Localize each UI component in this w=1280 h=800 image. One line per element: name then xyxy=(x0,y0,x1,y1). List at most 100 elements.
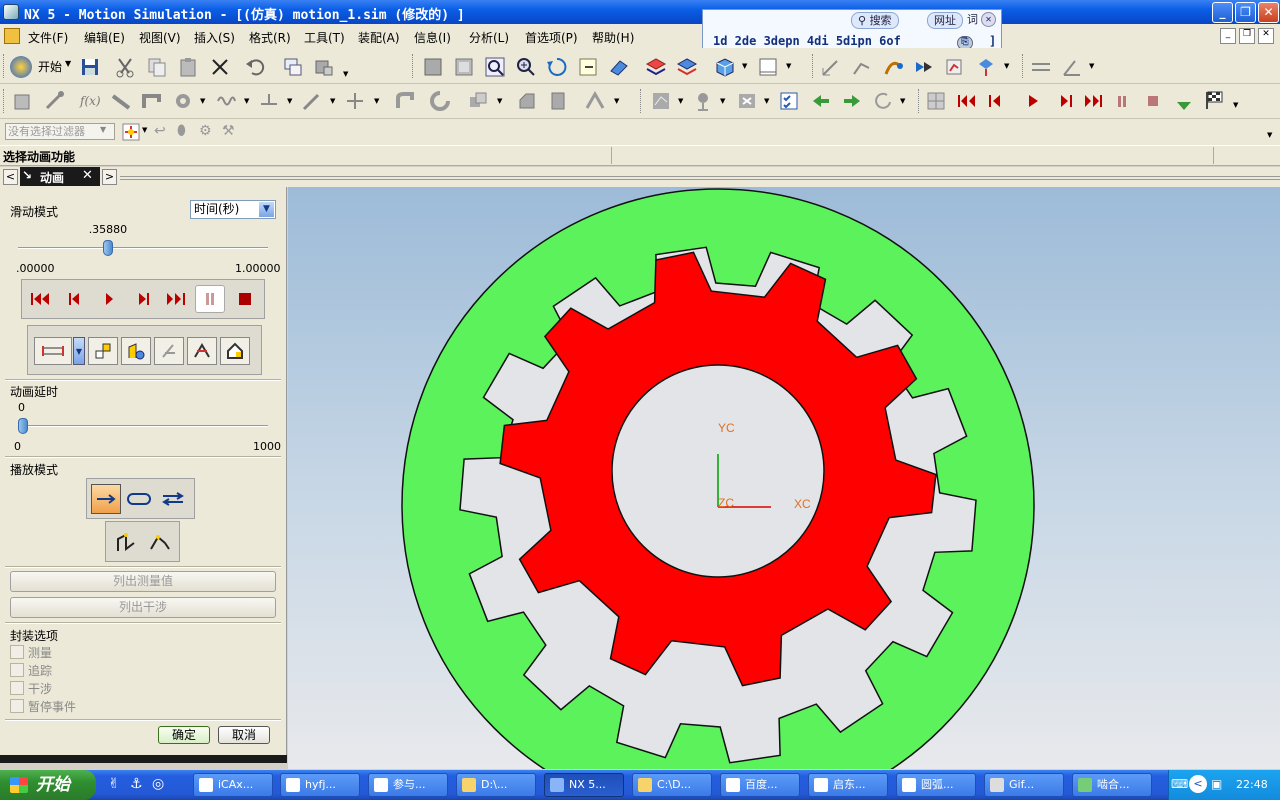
measure-button[interactable] xyxy=(34,337,72,365)
popup-close-icon[interactable]: ✕ xyxy=(981,12,996,27)
cable-icon[interactable] xyxy=(429,90,451,112)
quicklaunch-icon[interactable]: ◎ xyxy=(152,776,164,792)
menu-preferences[interactable]: 首选项(P) xyxy=(525,29,578,46)
layer-settings-icon[interactable] xyxy=(676,56,698,78)
task-button[interactable]: 百度... xyxy=(720,773,800,797)
tab-animation[interactable]: ↘ 动画 ✕ xyxy=(20,167,100,186)
step-back-icon[interactable] xyxy=(984,90,1006,112)
task-button[interactable]: hyfj... xyxy=(280,773,360,797)
task-button[interactable]: Gif... xyxy=(984,773,1064,797)
keyboard-icon[interactable]: ⌨ xyxy=(1171,777,1188,791)
graph-icon[interactable] xyxy=(650,90,672,112)
panel-icon[interactable] xyxy=(547,90,569,112)
menu-view[interactable]: 视图(V) xyxy=(139,29,181,46)
rewind-to-start-button[interactable] xyxy=(24,285,58,313)
list-interference-button[interactable]: 列出干涉 xyxy=(10,597,276,618)
marker-icon[interactable] xyxy=(301,90,323,112)
chevron-down-icon[interactable]: ▼ xyxy=(786,62,791,70)
select-body-icon[interactable]: ⬮ xyxy=(177,123,186,139)
work-layer-icon[interactable] xyxy=(757,56,779,78)
zoom-fit-icon[interactable] xyxy=(484,56,506,78)
fast-forward-icon[interactable] xyxy=(1082,90,1104,112)
export-icon[interactable] xyxy=(975,56,997,78)
popup-address-button[interactable]: 网址 xyxy=(927,12,963,29)
chevron-down-icon[interactable]: ▼ xyxy=(614,97,619,105)
joint-icon[interactable] xyxy=(141,90,163,112)
doc-restore-button[interactable]: ❐ xyxy=(1239,28,1255,44)
interference-checkbox[interactable] xyxy=(10,681,24,695)
menu-tools[interactable]: 工具(T) xyxy=(304,29,345,46)
cancel-button[interactable]: 取消 xyxy=(218,726,270,744)
menu-help[interactable]: 帮助(H) xyxy=(592,29,634,46)
quicklaunch-icon[interactable]: ⚓ xyxy=(130,776,143,792)
chevron-down-icon[interactable]: ▼ xyxy=(1233,101,1238,109)
loop-button[interactable] xyxy=(124,484,154,514)
graphics-viewport[interactable]: YC ZC XC xyxy=(288,187,1280,769)
environment-icon[interactable] xyxy=(43,90,65,112)
delete-icon[interactable] xyxy=(209,56,231,78)
trace-button[interactable] xyxy=(88,337,118,365)
sketch-icon[interactable] xyxy=(820,56,842,78)
task-button[interactable]: D:\... xyxy=(456,773,536,797)
gear-icon[interactable] xyxy=(172,90,194,112)
arrow-left-icon[interactable] xyxy=(810,90,832,112)
task-button[interactable]: 参与... xyxy=(368,773,448,797)
track-button[interactable] xyxy=(187,337,217,365)
undo-icon[interactable] xyxy=(244,56,266,78)
step-forward-icon[interactable] xyxy=(1055,90,1077,112)
step-back-button[interactable] xyxy=(58,285,92,313)
time-slider-track[interactable] xyxy=(18,247,268,249)
tab-close-icon[interactable]: ✕ xyxy=(82,168,93,183)
tab-prev-icon[interactable]: < xyxy=(3,169,18,185)
snap-point-icon[interactable] xyxy=(122,123,140,141)
chevron-down-icon[interactable]: ▼ xyxy=(1004,62,1009,70)
delay-slider-thumb[interactable] xyxy=(18,418,28,434)
chevron-down-icon[interactable]: ▼ xyxy=(343,70,348,78)
menu-analysis[interactable]: 分析(L) xyxy=(469,29,509,46)
paste-icon[interactable] xyxy=(177,56,199,78)
measure-distance-icon[interactable] xyxy=(1030,56,1052,78)
chevron-down-icon[interactable]: ▼ xyxy=(1089,62,1094,70)
orient-view-icon[interactable] xyxy=(714,56,736,78)
menu-insert[interactable]: 插入(S) xyxy=(194,29,235,46)
task-button[interactable]: 圆弧... xyxy=(896,773,976,797)
step-forward-button[interactable] xyxy=(126,285,160,313)
copy-icon[interactable] xyxy=(146,56,168,78)
arrow-right-icon[interactable] xyxy=(841,90,863,112)
pause-icon[interactable] xyxy=(1111,90,1133,112)
chevron-down-icon[interactable]: ▼ xyxy=(287,97,292,105)
chevron-down-icon[interactable]: ▼ xyxy=(73,337,85,365)
mechanism-end-button[interactable] xyxy=(144,527,176,557)
minimize-button[interactable]: _ xyxy=(1212,2,1233,23)
doc-close-button[interactable]: ✕ xyxy=(1258,28,1274,44)
chevron-down-icon[interactable]: ▼ xyxy=(1267,131,1272,139)
grid-icon[interactable] xyxy=(925,90,947,112)
popup-search-button[interactable]: ⚲ 搜索 xyxy=(851,12,899,29)
time-slider-thumb[interactable] xyxy=(102,240,113,256)
chevron-down-icon[interactable]: ▼ xyxy=(330,97,335,105)
finish-flag-icon[interactable] xyxy=(1203,89,1225,111)
fast-forward-button[interactable] xyxy=(159,285,193,313)
chevron-down-icon[interactable]: ▼ xyxy=(259,202,274,217)
copy-display-icon[interactable] xyxy=(282,56,304,78)
chevron-down-icon[interactable]: ▼ xyxy=(374,97,379,105)
time-mode-select[interactable]: 时间(秒) ▼ xyxy=(190,200,276,219)
task-button[interactable]: C:\D... xyxy=(632,773,712,797)
new-simulation-icon[interactable] xyxy=(12,90,34,112)
rewind-to-start-icon[interactable] xyxy=(956,90,978,112)
function-button[interactable]: f(x) xyxy=(80,94,101,108)
delay-slider-track[interactable] xyxy=(18,425,268,427)
zoom-icon[interactable] xyxy=(515,56,537,78)
restore-button[interactable]: ❐ xyxy=(1235,2,1256,23)
list-measurements-button[interactable]: 列出测量值 xyxy=(10,571,276,592)
stop-button[interactable] xyxy=(228,285,262,313)
pause-button[interactable] xyxy=(195,285,225,313)
results-icon[interactable] xyxy=(944,56,966,78)
rotate-icon[interactable] xyxy=(546,56,568,78)
part-icon[interactable] xyxy=(313,56,335,78)
checklist-icon[interactable] xyxy=(778,90,800,112)
chevron-down-icon[interactable]: ▼ xyxy=(742,62,747,70)
chevron-down-icon[interactable]: ▼ xyxy=(65,59,71,68)
view-fit-icon[interactable] xyxy=(422,56,444,78)
gear-joint-icon[interactable] xyxy=(394,90,416,112)
